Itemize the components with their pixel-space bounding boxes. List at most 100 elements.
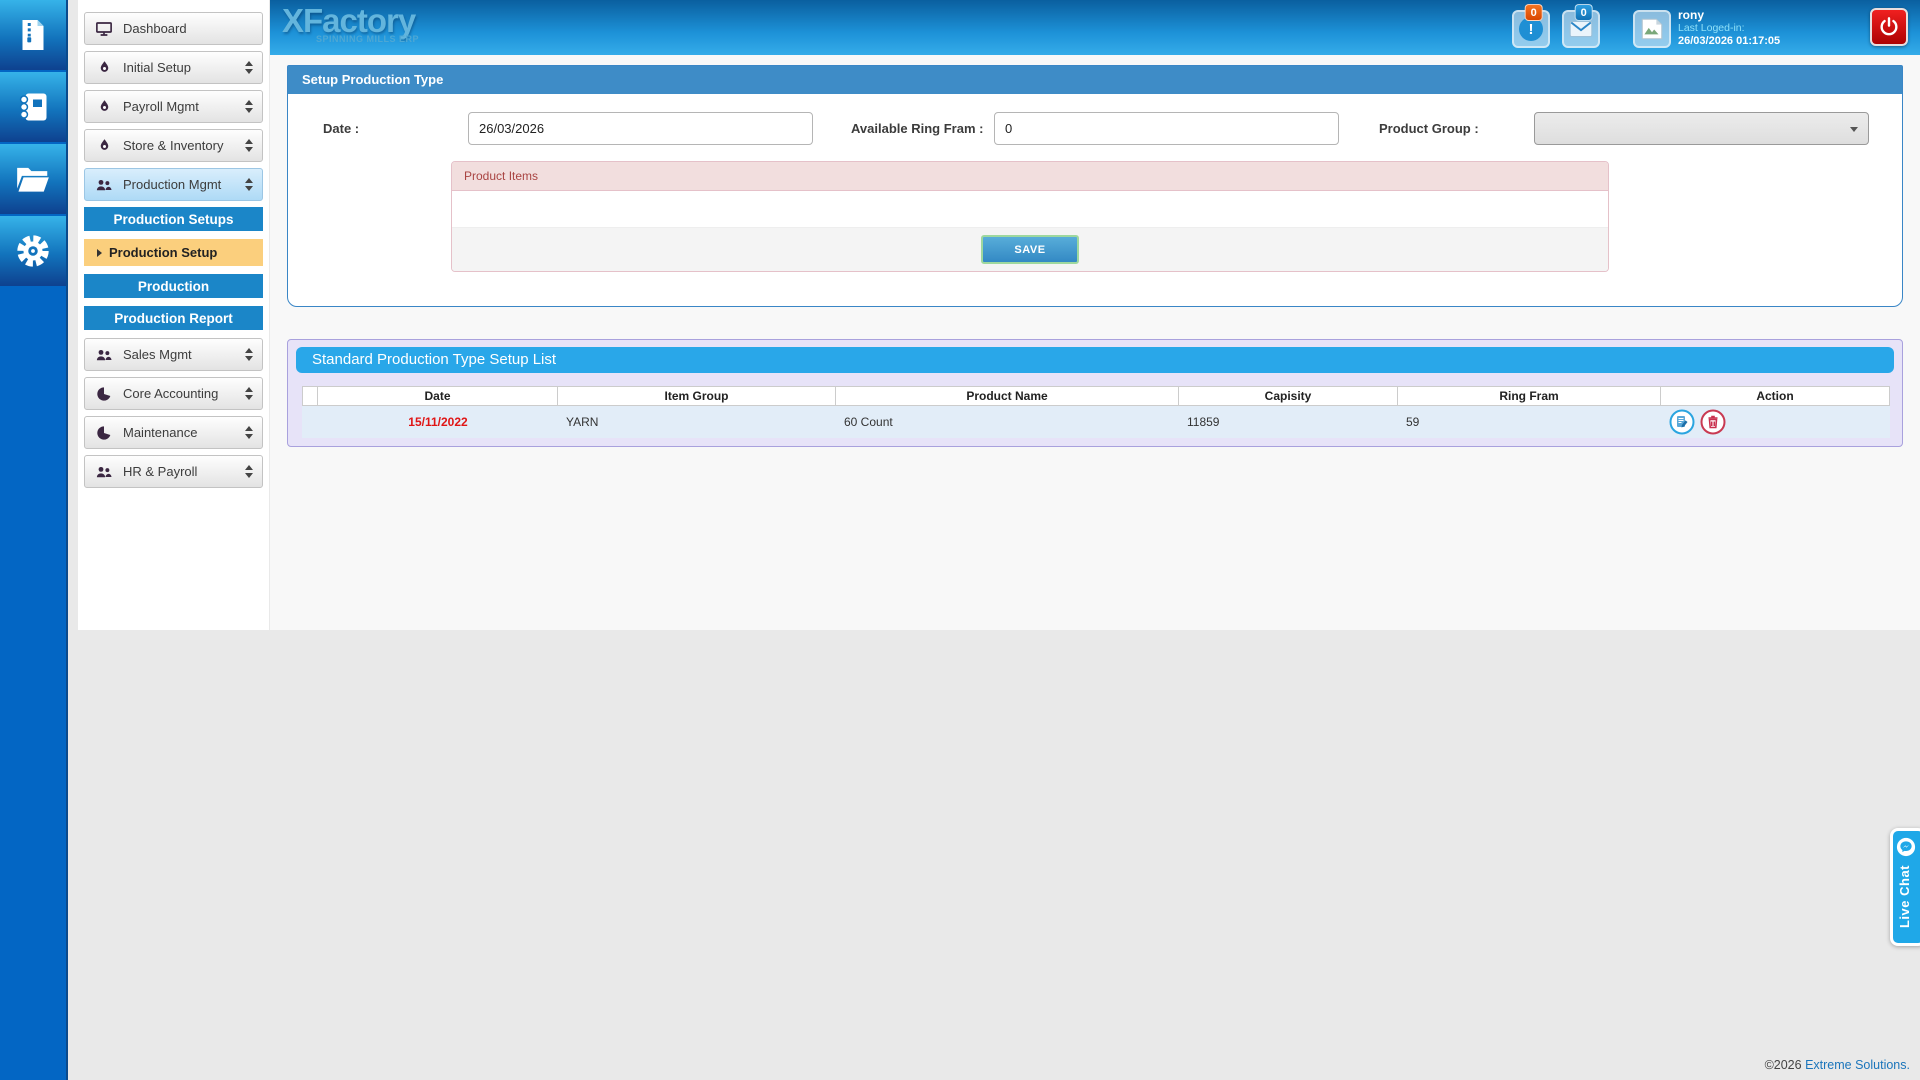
messages-badge: 0 <box>1574 4 1593 21</box>
logout-button[interactable] <box>1870 8 1908 46</box>
pie-chart-icon <box>94 384 114 404</box>
sidebar-section-production[interactable]: Production <box>84 274 263 298</box>
expand-arrows-icon <box>245 426 253 439</box>
save-button[interactable]: SAVE <box>981 235 1079 264</box>
delete-row-button[interactable] <box>1700 409 1726 435</box>
sidebar-section-production-report[interactable]: Production Report <box>84 306 263 330</box>
column-header-action: Action <box>1661 387 1890 406</box>
expand-arrows-icon <box>245 178 253 191</box>
settings-gear-icon[interactable] <box>0 216 66 286</box>
app-header: XFactory SPINNING MILLS ERP 0 ! 0 rony L… <box>270 0 1920 55</box>
table-row: 15/11/2022 YARN 60 Count 11859 59 <box>302 406 1890 438</box>
sidebar-item-dashboard[interactable]: Dashboard <box>84 12 263 45</box>
edit-row-button[interactable] <box>1669 409 1695 435</box>
footer-vendor-link[interactable]: Extreme Solutions. <box>1805 1058 1910 1072</box>
product-items-panel: Product Items SAVE <box>451 161 1609 272</box>
live-chat-label: Live Chat <box>1897 865 1912 929</box>
section-label: Production <box>137 278 210 294</box>
setup-production-type-panel: Setup Production Type Date : Available R… <box>287 65 1903 307</box>
section-label: Production Report <box>114 310 233 326</box>
caret-right-icon <box>97 248 102 257</box>
sidebar-item-payroll-mgmt[interactable]: Payroll Mgmt <box>84 90 263 123</box>
user-name: rony <box>1678 8 1705 22</box>
available-ring-fram-input[interactable] <box>994 112 1339 145</box>
sidebar-item-label: Sales Mgmt <box>123 347 192 362</box>
alerts-badge: 0 <box>1524 4 1543 21</box>
product-group-select[interactable] <box>1534 112 1869 145</box>
cell-ring-fram: 59 <box>1406 415 1420 429</box>
available-ring-fram-label: Available Ring Fram : <box>851 121 984 136</box>
footer: ©2026 Extreme Solutions. <box>1765 1058 1910 1072</box>
logo-tagline: SPINNING MILLS ERP <box>316 34 420 44</box>
column-header-blank <box>302 387 318 406</box>
product-group-label: Product Group : <box>1379 121 1479 136</box>
date-label: Date : <box>323 121 360 136</box>
sidebar-item-production-mgmt[interactable]: Production Mgmt <box>84 168 263 201</box>
cell-capisity: 11859 <box>1187 415 1220 429</box>
sidebar-item-sales-mgmt[interactable]: Sales Mgmt <box>84 338 263 371</box>
live-chat-tab[interactable]: Live Chat <box>1890 828 1920 946</box>
gallery-button[interactable] <box>1633 10 1671 48</box>
edit-icon <box>1669 409 1695 435</box>
people-icon <box>94 345 114 365</box>
sidebar-item-label: Payroll Mgmt <box>123 99 199 114</box>
sidebar: Dashboard Initial Setup Payroll Mgmt Sto… <box>78 0 269 630</box>
column-header-date: Date <box>318 387 558 406</box>
gear-glyph-icon <box>17 235 49 267</box>
sidebar-item-label: Core Accounting <box>123 386 219 401</box>
chat-bubble-icon <box>1896 837 1916 857</box>
app-logo[interactable]: XFactory SPINNING MILLS ERP <box>282 2 419 44</box>
cell-date: 15/11/2022 <box>408 415 468 429</box>
monitor-icon <box>94 19 114 39</box>
sidebar-item-label: HR & Payroll <box>123 464 198 479</box>
pie-chart-icon <box>94 423 114 443</box>
expand-arrows-icon <box>245 465 253 478</box>
active-item-label: Production Setup <box>109 245 218 260</box>
lamp-icon <box>94 97 114 117</box>
lamp-icon <box>94 136 114 156</box>
sidebar-item-initial-setup[interactable]: Initial Setup <box>84 51 263 84</box>
sidebar-section-production-setups[interactable]: Production Setups <box>84 207 263 231</box>
product-items-footer: SAVE <box>452 228 1608 271</box>
sidebar-item-production-setup[interactable]: Production Setup <box>84 239 263 266</box>
sidebar-item-label: Initial Setup <box>123 60 191 75</box>
section-label: Production Setups <box>113 211 234 227</box>
folder-icon[interactable] <box>0 144 66 214</box>
expand-arrows-icon <box>245 387 253 400</box>
image-icon <box>1641 18 1663 40</box>
sidebar-item-store-inventory[interactable]: Store & Inventory <box>84 129 263 162</box>
product-items-empty-row <box>452 191 1608 228</box>
footer-copyright: ©2026 <box>1764 1058 1802 1072</box>
column-header-ring-fram: Ring Fram <box>1398 387 1661 406</box>
user-info[interactable]: rony Last Loged-in: 26/03/2026 01:17:05 <box>1678 9 1780 47</box>
cell-item-group: YARN <box>566 415 599 429</box>
expand-arrows-icon <box>245 139 253 152</box>
notebook-glyph-icon <box>19 93 47 121</box>
column-header-capisity: Capisity <box>1179 387 1398 406</box>
date-input[interactable] <box>468 112 813 145</box>
cell-actions <box>1661 406 1890 438</box>
sidebar-item-label: Production Mgmt <box>123 177 222 192</box>
last-login-label: Last Loged-in: <box>1678 22 1745 34</box>
table-header-row: Date Item Group Product Name Capisity Ri… <box>302 386 1890 406</box>
setup-list-table: Date Item Group Product Name Capisity Ri… <box>302 386 1890 438</box>
messages-button[interactable]: 0 <box>1562 4 1600 48</box>
setup-list-panel: Standard Production Type Setup List Date… <box>287 339 1903 447</box>
people-icon <box>94 175 114 195</box>
lamp-icon <box>94 58 114 78</box>
form-row: Date : Available Ring Fram : Product Gro… <box>288 94 1902 164</box>
sidebar-item-core-accounting[interactable]: Core Accounting <box>84 377 263 410</box>
product-items-title: Product Items <box>452 162 1608 191</box>
main-content: Setup Production Type Date : Available R… <box>270 55 1920 630</box>
alerts-button[interactable]: 0 ! <box>1512 4 1550 48</box>
folder-glyph-icon <box>17 167 49 192</box>
sidebar-item-label: Dashboard <box>123 21 187 36</box>
people-icon <box>94 462 114 482</box>
sidebar-item-maintenance[interactable]: Maintenance <box>84 416 263 449</box>
app-root: Dashboard Initial Setup Payroll Mgmt Sto… <box>0 0 1920 1080</box>
archive-document-icon[interactable] <box>0 0 66 70</box>
notebook-icon[interactable] <box>0 72 66 142</box>
icon-rail <box>0 0 68 1080</box>
sidebar-item-hr-payroll[interactable]: HR & Payroll <box>84 455 263 488</box>
expand-arrows-icon <box>245 100 253 113</box>
